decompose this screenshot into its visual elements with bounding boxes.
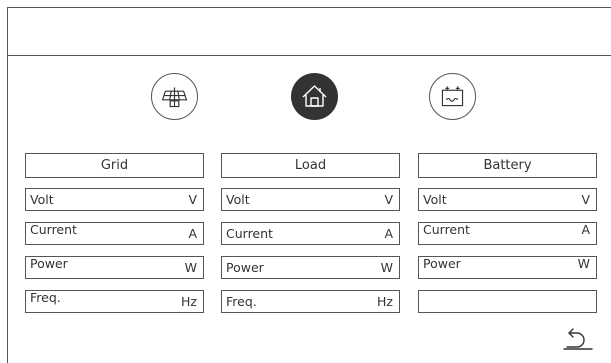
grid-current-row: Current A	[25, 222, 204, 245]
load-power-row: Power W	[221, 256, 400, 279]
row-unit: V	[384, 192, 393, 207]
row-unit: Hz	[181, 294, 197, 309]
load-header: Load	[221, 153, 400, 178]
battery-icon[interactable]	[429, 73, 476, 120]
row-unit: V	[581, 192, 590, 207]
load-freq-row: Freq. Hz	[221, 290, 400, 313]
battery-power-row: Power W	[418, 256, 597, 279]
solar-panel-icon[interactable]	[151, 73, 198, 120]
row-label: Current	[30, 222, 77, 237]
load-volt-row: Volt V	[221, 188, 400, 211]
battery-volt-row: Volt V	[418, 188, 597, 211]
row-label: Power	[423, 256, 461, 271]
row-unit: Hz	[377, 294, 393, 309]
row-label: Freq.	[30, 290, 61, 305]
row-unit: W	[577, 256, 590, 271]
back-arrow-icon	[563, 328, 593, 350]
row-label: Freq.	[226, 294, 257, 309]
home-icon[interactable]	[291, 73, 338, 120]
grid-power-row: Power W	[25, 256, 204, 279]
row-unit: A	[188, 226, 197, 241]
row-unit: A	[581, 222, 590, 237]
grid-freq-row: Freq. Hz	[25, 290, 204, 313]
grid-volt-row: Volt V	[25, 188, 204, 211]
row-label: Power	[226, 260, 264, 275]
row-label: Volt	[30, 192, 54, 207]
load-current-row: Current A	[221, 222, 400, 245]
row-unit: V	[188, 192, 197, 207]
row-label: Power	[30, 256, 68, 271]
battery-header: Battery	[418, 153, 597, 178]
row-unit: W	[380, 260, 393, 275]
row-label: Volt	[226, 192, 250, 207]
header-bar	[8, 8, 611, 56]
grid-header: Grid	[25, 153, 204, 178]
row-label: Current	[226, 226, 273, 241]
battery-current-row: Current A	[418, 222, 597, 245]
back-button[interactable]	[563, 325, 593, 351]
row-label: Volt	[423, 192, 447, 207]
row-unit: A	[384, 226, 393, 241]
row-label: Current	[423, 222, 470, 237]
battery-empty-row	[418, 290, 597, 313]
row-unit: W	[184, 260, 197, 275]
